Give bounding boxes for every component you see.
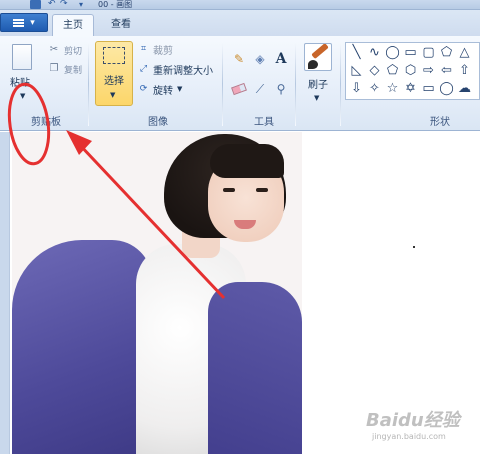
- brushes-button[interactable]: 刷子 ▼: [300, 42, 336, 108]
- tab-view[interactable]: 查看: [100, 14, 142, 36]
- copy-icon: ❐: [49, 63, 59, 74]
- crop-button[interactable]: ⌗ 裁剪: [138, 42, 173, 57]
- down-arrow-shape-icon[interactable]: ⇩: [349, 81, 364, 96]
- save-icon[interactable]: [30, 0, 41, 9]
- magnifier-icon[interactable]: ⚲: [272, 80, 290, 98]
- resize-icon: ⤢: [139, 63, 148, 74]
- brushes-label: 刷子: [308, 80, 328, 91]
- window-title: 00 - 画图: [98, 0, 133, 9]
- scissors-icon: ✂: [49, 44, 59, 55]
- chevron-down-icon: ▼: [20, 92, 26, 100]
- tab-home[interactable]: 主页: [52, 14, 94, 36]
- group-separator: [295, 42, 296, 126]
- pencil-icon[interactable]: ✎: [230, 50, 248, 68]
- group-separator: [88, 42, 89, 126]
- callout-rect-shape-icon[interactable]: ▭: [421, 81, 436, 96]
- chevron-down-icon: ▼: [177, 85, 183, 93]
- workspace-margin: [0, 132, 10, 454]
- photo-region: [210, 144, 284, 178]
- redo-icon[interactable]: ↷: [60, 0, 71, 9]
- undo-icon[interactable]: ↶: [48, 0, 59, 9]
- triangle-shape-icon[interactable]: △: [457, 45, 472, 60]
- rectangle-shape-icon[interactable]: ▭: [403, 45, 418, 60]
- curve-shape-icon[interactable]: ∿: [367, 45, 382, 60]
- quick-access-dropdown-icon[interactable]: ▾: [79, 0, 90, 9]
- crop-icon: ⌗: [140, 43, 147, 54]
- image-group-label: 图像: [148, 117, 168, 128]
- group-separator: [340, 42, 341, 126]
- cut-label: 剪切: [64, 46, 83, 57]
- resize-label: 重新调整大小: [153, 65, 213, 77]
- cut-button[interactable]: ✂ 剪切: [48, 43, 82, 57]
- chevron-down-icon: ▾: [30, 17, 35, 28]
- selection-icon: [103, 47, 125, 64]
- callout-oval-shape-icon[interactable]: ◯: [439, 81, 454, 96]
- canvas-photo[interactable]: [12, 132, 302, 454]
- right-arrow-shape-icon[interactable]: ⇨: [421, 63, 436, 78]
- six-point-star-shape-icon[interactable]: ✡: [403, 81, 418, 96]
- paste-button[interactable]: 粘贴 ▼: [8, 44, 44, 106]
- photo-region: [12, 240, 152, 454]
- photo-region: [208, 282, 302, 454]
- up-arrow-shape-icon[interactable]: ⇧: [457, 63, 472, 78]
- pentagon-shape-icon[interactable]: ⬠: [385, 63, 400, 78]
- group-separator: [222, 42, 223, 126]
- canvas-dot: [413, 246, 415, 248]
- hexagon-shape-icon[interactable]: ⬡: [403, 63, 418, 78]
- paste-label: 粘贴: [10, 78, 30, 89]
- resize-button[interactable]: ⤢ 重新调整大小: [138, 62, 213, 77]
- text-tool-icon[interactable]: A: [272, 50, 290, 68]
- rotate-label: 旋转: [153, 85, 173, 97]
- app-menu-button[interactable]: ▾: [0, 13, 48, 32]
- canvas-area[interactable]: Baidu经验 jingyan.baidu.com: [0, 132, 480, 454]
- ribbon: 粘贴 ▼ ✂ 剪切 ❐ 复制 剪贴板 选择 ▼ ⌗ 裁剪 ⤢ 重新调整大小 ⟳ …: [0, 36, 480, 131]
- line-shape-icon[interactable]: ╲: [349, 45, 364, 60]
- chevron-down-icon: ▼: [314, 94, 320, 102]
- cloud-callout-shape-icon[interactable]: ☁: [457, 81, 472, 96]
- rotate-button[interactable]: ⟳ 旋转 ▼: [138, 82, 183, 97]
- shapes-gallery[interactable]: ╲ ∿ ◯ ▭ ▢ ⬠ △ ◺ ◇ ⬠ ⬡ ⇨ ⇦ ⇧ ⇩ ✧ ☆ ✡ ▭ ◯ …: [345, 42, 480, 100]
- right-triangle-shape-icon[interactable]: ◺: [349, 63, 364, 78]
- diamond-shape-icon[interactable]: ◇: [367, 63, 382, 78]
- select-label: 选择: [104, 76, 124, 87]
- oval-shape-icon[interactable]: ◯: [385, 45, 400, 60]
- fill-bucket-icon[interactable]: ◈: [251, 50, 269, 68]
- left-arrow-shape-icon[interactable]: ⇦: [439, 63, 454, 78]
- copy-button[interactable]: ❐ 复制: [48, 62, 83, 76]
- photo-region: [223, 188, 235, 192]
- crop-label: 裁剪: [153, 45, 173, 57]
- chevron-down-icon: ▼: [110, 91, 116, 99]
- menu-icon: [13, 18, 25, 27]
- eraser-icon[interactable]: [230, 80, 248, 98]
- copy-label: 复制: [64, 65, 83, 76]
- five-point-star-shape-icon[interactable]: ☆: [385, 81, 400, 96]
- clipboard-icon: [12, 44, 32, 70]
- title-bar: ↶ ↷ ▾ 00 - 画图: [0, 0, 480, 10]
- shapes-group-label: 形状: [430, 117, 450, 128]
- brush-icon: [304, 43, 332, 71]
- tools-group-label: 工具: [254, 117, 274, 128]
- watermark-logo: Baidu经验: [366, 410, 460, 431]
- watermark-url: jingyan.baidu.com: [372, 432, 446, 441]
- rotate-icon: ⟳: [139, 83, 148, 94]
- select-button[interactable]: 选择 ▼: [95, 41, 133, 106]
- photo-region: [256, 188, 268, 192]
- color-picker-icon[interactable]: ⟋: [251, 80, 269, 98]
- rounded-rectangle-shape-icon[interactable]: ▢: [421, 45, 436, 60]
- four-point-star-shape-icon[interactable]: ✧: [367, 81, 382, 96]
- polygon-shape-icon[interactable]: ⬠: [439, 45, 454, 60]
- clipboard-group-label: 剪贴板: [31, 117, 61, 128]
